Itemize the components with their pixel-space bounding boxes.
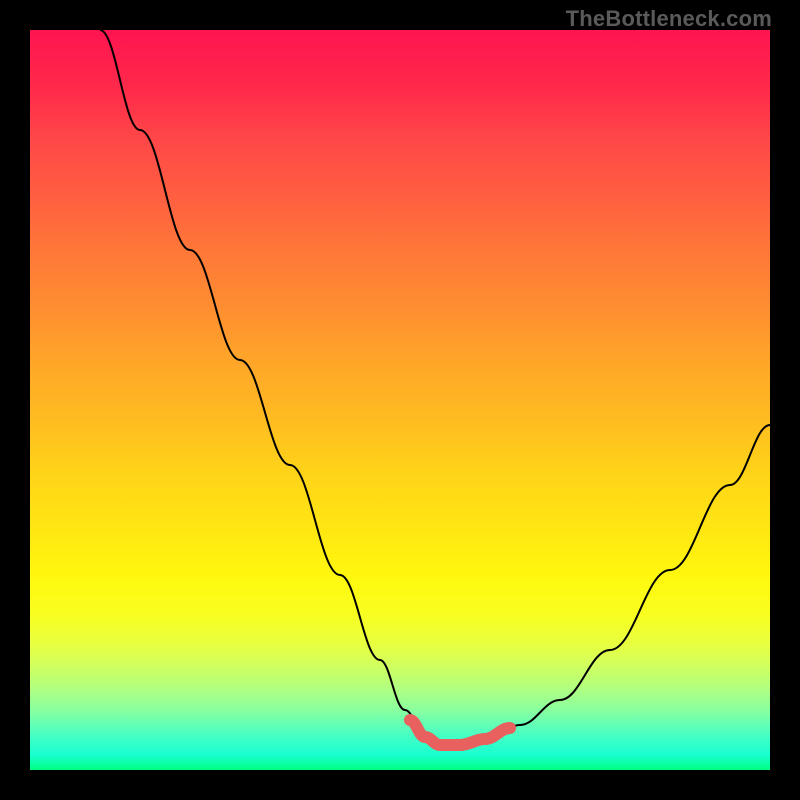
plot-area: [30, 30, 770, 770]
watermark-text: TheBottleneck.com: [566, 6, 772, 32]
chart-container: TheBottleneck.com: [0, 0, 800, 800]
accent-valley: [410, 720, 510, 745]
bottleneck-curve: [100, 30, 770, 745]
curve-layer: [30, 30, 770, 770]
